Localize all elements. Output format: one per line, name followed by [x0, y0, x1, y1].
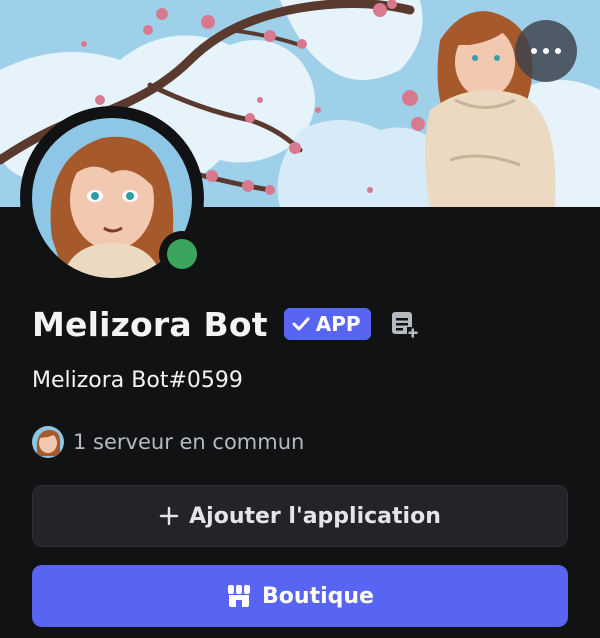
app-badge: APP: [283, 308, 371, 340]
name-row: Melizora Bot APP: [32, 302, 419, 346]
shop-button[interactable]: Boutique: [32, 565, 568, 627]
plus-icon: [159, 506, 179, 526]
mutual-servers-link[interactable]: 1 serveur en commun: [32, 424, 304, 460]
server-avatar: [32, 426, 64, 458]
mutual-servers-label: 1 serveur en commun: [73, 430, 305, 454]
shop-label: Boutique: [262, 583, 374, 609]
status-indicator: [159, 231, 205, 277]
note-add-icon[interactable]: [389, 309, 419, 339]
username-tag: Melizora Bot#0599: [32, 368, 243, 393]
more-dot: [543, 48, 549, 54]
more-options-button[interactable]: [515, 20, 577, 82]
app-badge-label: APP: [315, 312, 361, 336]
checkmark-icon: [292, 317, 310, 331]
add-application-label: Ajouter l'application: [189, 503, 441, 529]
more-dot: [555, 48, 561, 54]
more-dot: [531, 48, 537, 54]
add-application-button[interactable]: Ajouter l'application: [32, 485, 568, 547]
online-status-dot: [167, 239, 197, 269]
avatar-container: [20, 106, 205, 290]
store-icon: [228, 585, 251, 607]
display-name: Melizora Bot: [32, 304, 268, 344]
